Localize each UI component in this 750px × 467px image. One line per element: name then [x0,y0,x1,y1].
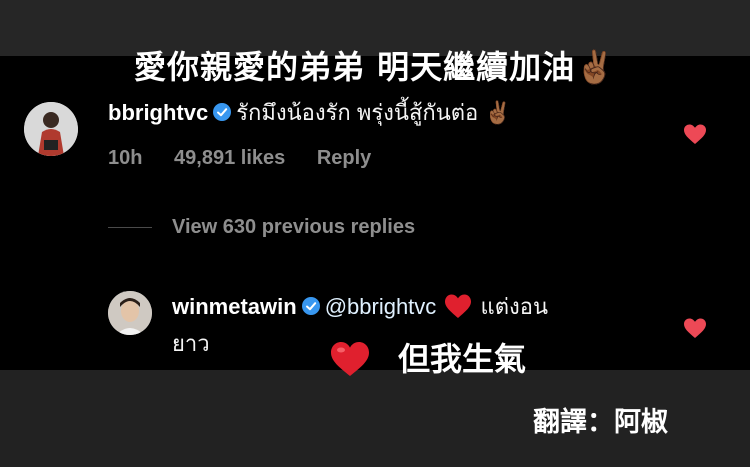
bottom-caption: 但我生氣 [330,334,526,384]
red-heart-emoji-icon [445,294,472,318]
verified-badge-icon [301,297,320,315]
bottom-caption-text: 但我生氣 [398,340,527,378]
avatar[interactable] [108,291,152,335]
like-heart-icon[interactable] [683,123,707,145]
comment-body: bbrightvc รักมึงน้องรัก พรุ่งนี้สู้กันต่อ… [108,97,512,129]
view-replies-label: View 630 previous replies [172,216,416,238]
replies-divider-line [108,227,152,228]
mention-link[interactable]: @bbrightvc [325,294,437,319]
comment-time: 10h [108,147,143,169]
username[interactable]: bbrightvc [108,100,208,125]
comment-meta: 10h 49,891 likes Reply [108,147,397,170]
comment-text: แต่งอน [480,294,549,319]
top-caption: 愛你親愛的弟弟 明天繼續加油✌🏾 [134,48,616,86]
avatar[interactable] [24,102,78,156]
comment-body: winmetawin @bbrightvc แต่งอน [172,291,548,323]
reply-button[interactable]: Reply [317,147,371,169]
username[interactable]: winmetawin [172,294,297,319]
verified-badge-icon [213,103,232,121]
like-heart-icon[interactable] [683,317,707,339]
comment-text: รักมึงน้องรัก พรุ่งนี้สู้กันต่อ ✌🏾 [236,100,512,125]
screenshot-page: bbrightvc รักมึงน้องรัก พรุ่งนี้สู้กันต่อ… [0,0,750,467]
comment-text-line2: ยาว [172,331,210,356]
red-heart-emoji-icon [331,342,369,376]
translator-credit: 翻譯：阿椒 [533,407,668,438]
comment-likes[interactable]: 49,891 likes [174,147,285,169]
view-previous-replies-button[interactable]: View 630 previous replies [108,216,415,239]
